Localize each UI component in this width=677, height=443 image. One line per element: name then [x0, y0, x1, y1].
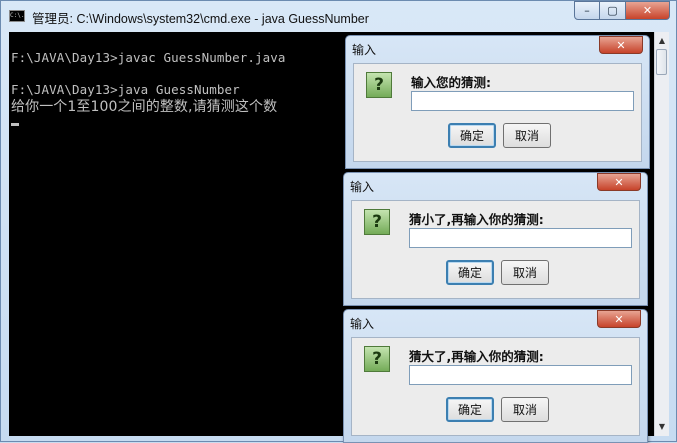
console-line: F:\JAVA\Day13>javac GuessNumber.java: [11, 50, 286, 65]
window-controls: – ▢ ✕: [574, 1, 670, 21]
maximize-button[interactable]: ▢: [600, 1, 626, 20]
question-icon: ?: [364, 346, 390, 372]
close-button[interactable]: ✕: [626, 1, 670, 20]
ok-button[interactable]: 确定: [448, 123, 496, 148]
ok-button[interactable]: 确定: [446, 260, 494, 285]
question-icon: ?: [366, 72, 392, 98]
input-dialog-too-large: 输入 ✕ ? 猜大了,再输入你的猜测: 确定 取消: [343, 309, 648, 443]
guess-input[interactable]: [411, 91, 634, 111]
dialog-prompt: 猜小了,再输入你的猜测:: [409, 212, 544, 227]
console-line: 给你一个1至100之间的整数,请猜测这个数: [11, 99, 278, 115]
window-title: 管理员: C:\Windows\system32\cmd.exe - java …: [32, 12, 369, 26]
dialog-body: ? 猜大了,再输入你的猜测: 确定 取消: [351, 337, 640, 436]
minimize-button[interactable]: –: [574, 1, 600, 20]
dialog-prompt: 猜大了,再输入你的猜测:: [409, 349, 544, 364]
ok-button[interactable]: 确定: [446, 397, 494, 422]
cmd-titlebar[interactable]: C:\. 管理员: C:\Windows\system32\cmd.exe - …: [1, 1, 676, 32]
dialog-title: 输入: [350, 317, 375, 331]
dialog-title: 输入: [352, 43, 377, 57]
guess-input[interactable]: [409, 228, 632, 248]
dialog-prompt: 输入您的猜测:: [411, 75, 491, 90]
vertical-scrollbar[interactable]: ▲ ▼: [654, 32, 669, 436]
cmd-app-icon: C:\.: [9, 10, 25, 22]
scroll-up-icon[interactable]: ▲: [655, 34, 669, 48]
dialog-close-button[interactable]: ✕: [599, 36, 643, 54]
scroll-thumb[interactable]: [656, 49, 667, 75]
input-dialog-initial: 输入 ✕ ? 输入您的猜测: 确定 取消: [345, 35, 650, 169]
dialog-body: ? 猜小了,再输入你的猜测: 确定 取消: [351, 200, 640, 299]
cancel-button[interactable]: 取消: [503, 123, 551, 148]
text-cursor: [11, 123, 19, 126]
console-line: F:\JAVA\Day13>java GuessNumber: [11, 82, 240, 97]
question-icon: ?: [364, 209, 390, 235]
dialog-title: 输入: [350, 180, 375, 194]
dialog-close-button[interactable]: ✕: [597, 310, 641, 328]
guess-input[interactable]: [409, 365, 632, 385]
dialog-close-button[interactable]: ✕: [597, 173, 641, 191]
cancel-button[interactable]: 取消: [501, 397, 549, 422]
cancel-button[interactable]: 取消: [501, 260, 549, 285]
input-dialog-too-small: 输入 ✕ ? 猜小了,再输入你的猜测: 确定 取消: [343, 172, 648, 306]
scroll-down-icon[interactable]: ▼: [655, 420, 669, 434]
dialog-body: ? 输入您的猜测: 确定 取消: [353, 63, 642, 162]
